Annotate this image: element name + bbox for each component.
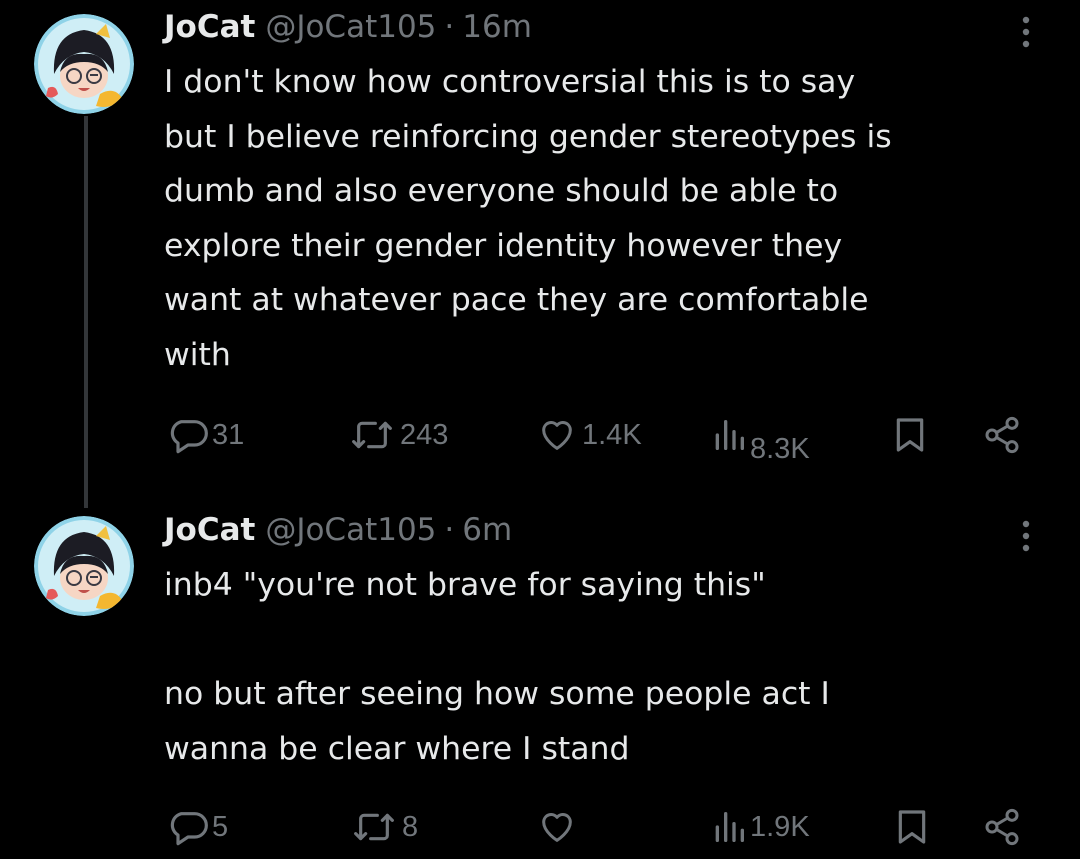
reply-button[interactable]: 31 [168,410,244,460]
more-options-button[interactable] [1014,12,1038,52]
tweet-header: JoCat @JoCat105 · 6m [164,508,512,552]
bookmark-icon [898,810,926,844]
views-button[interactable]: 1.9K [712,802,810,852]
bookmark-button[interactable] [892,802,932,852]
header-separator: · [444,9,455,45]
tweet-header: JoCat @JoCat105 · 16m [164,5,532,49]
bookmark-button[interactable] [890,410,930,460]
tweet-timestamp[interactable]: 16m [462,9,532,45]
author-avatar[interactable] [34,14,134,114]
repost-icon [354,813,394,841]
reply-count: 31 [212,418,245,451]
reply-icon [170,420,208,454]
like-count: 1.4K [582,418,642,451]
views-icon [715,420,744,450]
author-name[interactable]: JoCat [164,512,255,548]
author-handle[interactable]: @JoCat105 [265,512,436,548]
tweet-text: I don't know how controversial this is t… [164,64,892,373]
views-button[interactable]: 8.3K [712,410,810,465]
author-avatar[interactable] [34,516,134,616]
share-icon [985,416,1019,454]
tweet-actions: 5 8 1.9K [0,802,1080,852]
share-icon [985,808,1019,846]
tweet-1[interactable]: JoCat @JoCat105 · 16m I don't know how c… [0,0,1080,500]
share-button[interactable] [980,802,1024,852]
author-name[interactable]: JoCat [164,9,255,45]
more-icon [1022,16,1030,48]
views-count: 1.9K [750,810,810,843]
reply-count: 5 [212,810,229,843]
repost-button[interactable]: 8 [350,802,418,852]
repost-count: 8 [402,810,419,843]
reply-icon [170,812,208,846]
tweet-actions: 31 243 1.4K 8.3K [0,410,1080,465]
share-button[interactable] [980,410,1024,460]
repost-button[interactable]: 243 [348,410,448,460]
bookmark-icon [896,418,924,452]
tweet-timestamp[interactable]: 6m [462,512,512,548]
repost-count: 243 [400,418,449,451]
like-icon [542,421,572,450]
like-button[interactable] [536,802,582,852]
views-count: 8.3K [750,432,810,465]
header-separator: · [444,512,455,548]
tweet-text: inb4 "you're not brave for saying this" … [164,567,830,767]
like-icon [542,813,572,842]
repost-icon [352,421,392,449]
author-handle[interactable]: @JoCat105 [265,9,436,45]
more-icon [1022,520,1030,552]
like-button[interactable]: 1.4K [536,410,642,460]
tweet-2[interactable]: JoCat @JoCat105 · 6m inb4 "you're not br… [0,500,1080,859]
views-icon [715,812,744,842]
more-options-button[interactable] [1014,516,1038,556]
reply-button[interactable]: 5 [168,802,228,852]
